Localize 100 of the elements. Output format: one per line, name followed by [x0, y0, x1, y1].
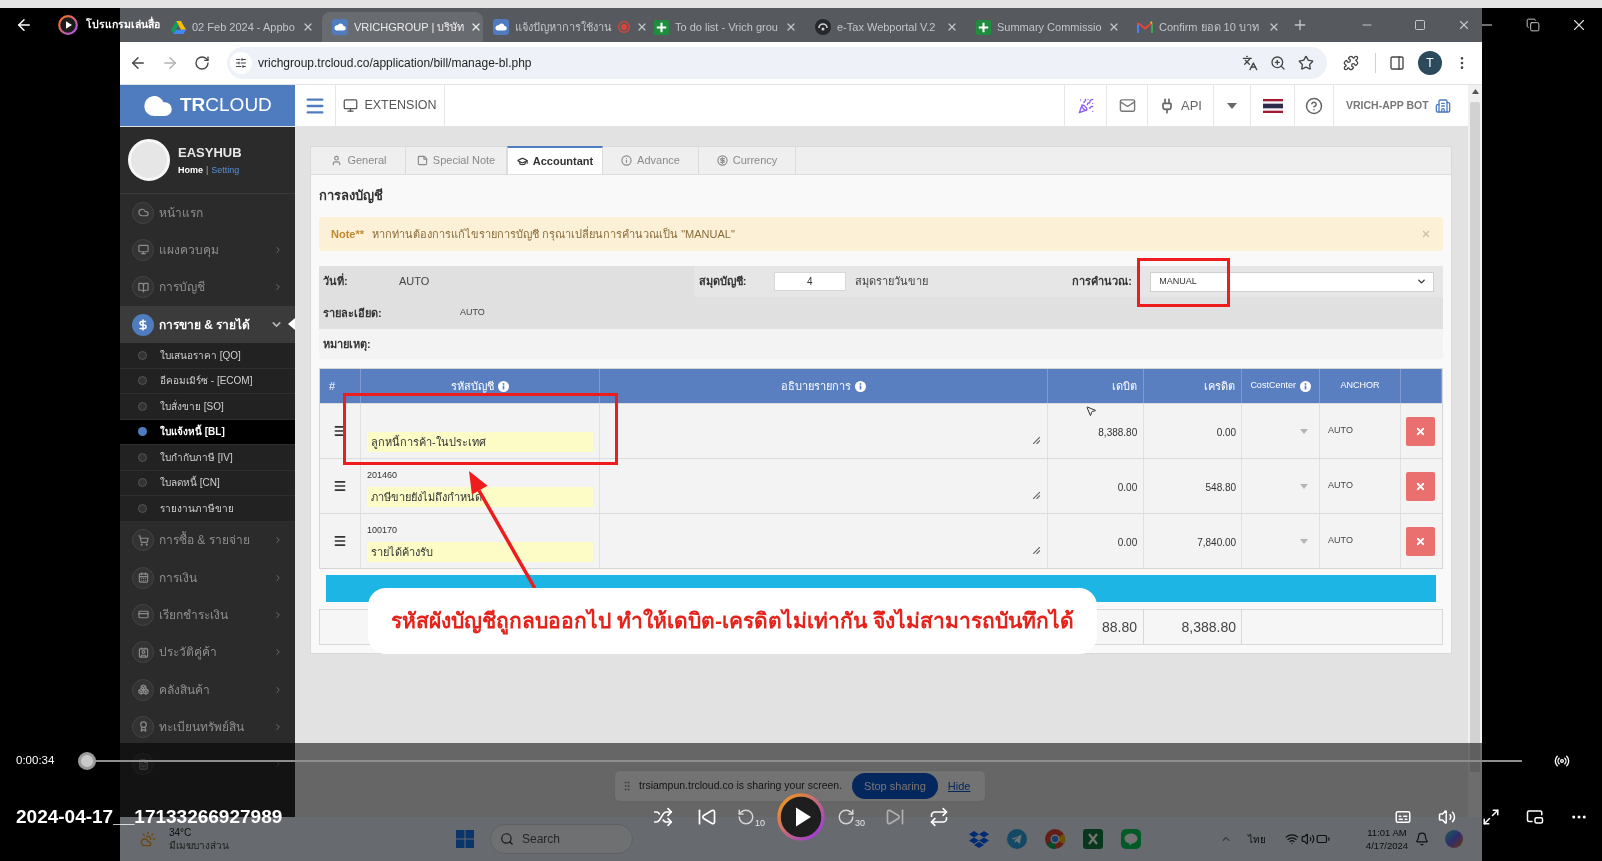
info-icon — [621, 154, 633, 166]
subtitles-icon[interactable] — [1394, 808, 1412, 826]
setting-link[interactable]: Setting — [211, 164, 240, 178]
party-popper-icon[interactable] — [1077, 97, 1094, 114]
sidebar-item[interactable]: เรียกชำระเงิน — [120, 596, 295, 634]
sidebar-item[interactable]: แผงควบคุม — [120, 231, 295, 269]
sidebar-item[interactable]: การซื้อ & รายจ่าย — [120, 521, 295, 559]
wifi-icon[interactable] — [1285, 832, 1299, 846]
scroll-up-arrow-icon[interactable] — [1471, 89, 1479, 94]
browser-tab[interactable]: VRICHGROUP | บริษัท — [322, 12, 483, 42]
info-icon[interactable] — [497, 380, 509, 392]
sidebar-item[interactable]: การบัญชี — [120, 268, 295, 306]
battery-icon[interactable] — [1316, 832, 1330, 846]
date-value: AUTO — [399, 274, 430, 290]
graduation-cap-icon — [516, 155, 528, 167]
form-tab[interactable]: Currency — [699, 146, 796, 174]
drag-handle-icon[interactable] — [333, 479, 347, 493]
sidebar-item[interactable]: ประวัติคู่ค้า — [120, 633, 295, 671]
form-tab[interactable]: General — [313, 146, 406, 174]
column-header: รหัสบัญชี — [450, 378, 494, 395]
side-panel-icon[interactable] — [1389, 55, 1405, 71]
taskbar-search-field[interactable]: Search — [490, 824, 633, 854]
previous-icon[interactable] — [697, 807, 717, 827]
browser-tab[interactable]: Confirm ยอด 10 บาท — [1127, 12, 1288, 42]
maximize-icon[interactable] — [1414, 19, 1426, 31]
url-text[interactable]: vrichgroup.trcloud.co/application/bill/manage-bl.php — [258, 54, 532, 72]
drag-handle-icon[interactable] — [621, 779, 633, 793]
paper-plane-icon[interactable] — [1007, 829, 1027, 849]
fullscreen-icon[interactable] — [1482, 808, 1500, 826]
seek-thumb[interactable] — [78, 752, 96, 770]
site-info-icon[interactable] — [230, 52, 252, 74]
sidebar-subitem[interactable]: ใบแจ้งหนี้ [BL] — [120, 419, 295, 446]
sidebar-item[interactable]: ทะเบียนทรัพย์สิน — [120, 708, 295, 746]
trcloud-logo[interactable]: TRCLOUD — [120, 85, 295, 126]
api-button[interactable]: API — [1147, 85, 1213, 126]
new-tab-icon[interactable] — [1292, 17, 1308, 33]
reload-icon[interactable] — [194, 55, 210, 71]
resize-grip-icon[interactable] — [1033, 492, 1041, 499]
sidebar-item[interactable]: คลังสินค้า — [120, 670, 295, 709]
form-tab[interactable]: Accountant — [507, 146, 603, 174]
info-icon[interactable] — [1299, 380, 1311, 392]
resize-grip-icon[interactable] — [1033, 437, 1041, 444]
home-link[interactable]: Home — [178, 164, 203, 178]
callout-tooltip: รหัสผังบัญชีถูกลบออกไป ทำให้เดบิต-เครดิตไม่เท่ากัน จึงไม่สามารถบันทึกได้ — [368, 588, 1097, 654]
next-icon[interactable] — [885, 807, 905, 827]
delete-row-button[interactable] — [1406, 526, 1436, 556]
bell-icon[interactable] — [1415, 832, 1429, 846]
form-tab[interactable]: Advance — [603, 146, 699, 174]
browser-tab[interactable]: To do list - Vrich grou — [644, 12, 805, 42]
shuffle-icon[interactable] — [653, 807, 673, 827]
extensions-icon[interactable] — [1343, 55, 1359, 71]
calculation-select[interactable]: MANUAL — [1150, 271, 1435, 292]
sidebar-item[interactable]: การขาย & รายได้ — [120, 305, 295, 344]
repeat-icon[interactable] — [929, 807, 949, 827]
mail-icon[interactable] — [1118, 97, 1136, 114]
anchor-value: AUTO — [1328, 479, 1353, 493]
caret-down-icon[interactable] — [1227, 102, 1237, 109]
clock-date[interactable]: 4/17/2024 — [1365, 839, 1409, 852]
scrollbar-thumb[interactable] — [1470, 102, 1480, 772]
resize-grip-icon[interactable] — [1033, 547, 1041, 554]
bookmark-star-icon[interactable] — [1298, 55, 1314, 71]
gradient-orb-icon[interactable] — [1445, 830, 1463, 848]
clock-time[interactable]: 11:01 AM — [1367, 826, 1407, 839]
flag-icon[interactable] — [1262, 98, 1283, 113]
info-icon[interactable] — [855, 380, 867, 392]
delete-row-button[interactable] — [1406, 471, 1436, 501]
start-menu-icon[interactable] — [456, 830, 474, 848]
volume-icon[interactable] — [1438, 808, 1456, 826]
zoom-icon[interactable] — [1270, 55, 1286, 71]
x-icon — [1415, 535, 1427, 547]
profile-avatar[interactable]: T — [1418, 51, 1442, 75]
browser-tab[interactable]: 02 Feb 2024 - Appbo — [165, 12, 322, 42]
spreadsheet-icon[interactable] — [1083, 829, 1103, 849]
hide-link[interactable]: Hide — [947, 777, 971, 795]
account-name-field[interactable]: ภาษีขายยังไม่ถึงกำหนด — [366, 487, 593, 507]
circle-logo-icon[interactable] — [1045, 829, 1065, 849]
input-language[interactable]: ไทย — [1248, 831, 1266, 847]
sidebar-item[interactable]: การเงิน — [120, 559, 295, 597]
browser-tab[interactable]: แจ้งปัญหาการใช้งาน — [483, 12, 644, 42]
speaker-icon[interactable] — [1301, 832, 1315, 846]
stop-sharing-button[interactable]: Stop sharing — [852, 773, 938, 799]
browser-tab[interactable]: e-Tax Webportal V.2 — [805, 12, 966, 42]
rewind-button[interactable]: 10 — [733, 799, 769, 835]
book-number-field[interactable]: 4 — [773, 272, 846, 291]
translate-icon[interactable] — [1242, 55, 1258, 71]
diamonds-icon[interactable] — [969, 830, 989, 848]
forward-button[interactable]: 30 — [833, 799, 869, 835]
column-header: เครดิต — [1204, 378, 1236, 394]
help-icon[interactable] — [1305, 96, 1323, 115]
drag-handle-icon[interactable] — [333, 534, 347, 548]
mouse-cursor-icon — [1085, 404, 1097, 418]
sidebar-item[interactable]: หน้าแรก — [120, 194, 295, 232]
account-name-field[interactable]: รายได้ค้างรับ — [366, 542, 593, 562]
restore-icon[interactable] — [1526, 18, 1540, 32]
extension-button[interactable]: EXTENSION — [335, 85, 445, 126]
radio-waves-icon[interactable] — [1554, 753, 1570, 769]
delete-row-button[interactable] — [1406, 416, 1436, 446]
mini-player-icon[interactable] — [1526, 808, 1544, 826]
browser-tab[interactable]: Summary Commissio — [966, 12, 1127, 42]
account-name-field[interactable]: ลูกหนี้การค้า-ในประเทศ — [366, 432, 593, 452]
